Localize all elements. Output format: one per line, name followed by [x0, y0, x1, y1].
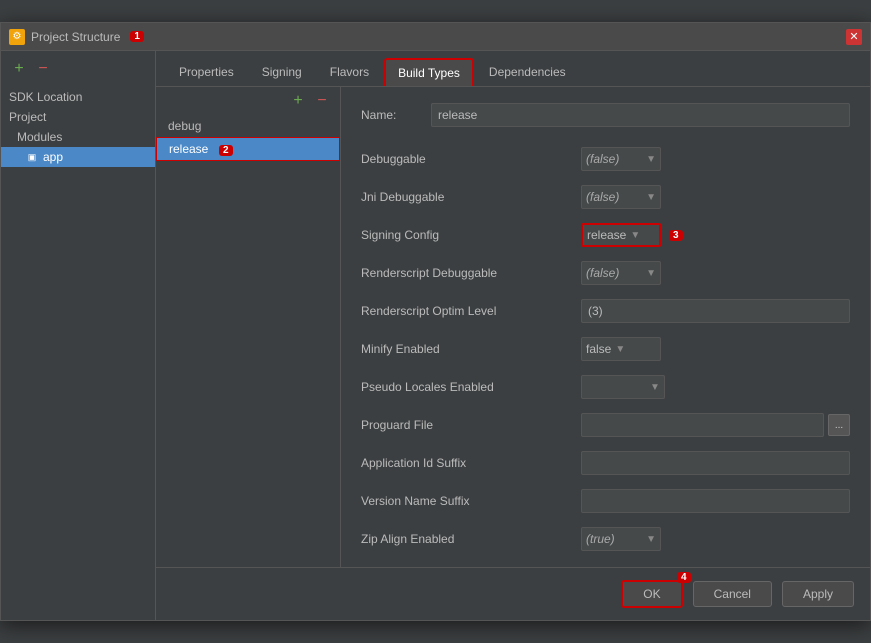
version-name-suffix-input[interactable] [581, 489, 850, 513]
debuggable-field: (false) ▼ [581, 147, 850, 171]
sidebar-remove-button[interactable]: − [33, 59, 53, 79]
name-label: Name: [361, 108, 421, 122]
signing-config-arrow: ▼ [630, 230, 640, 241]
jni-debuggable-arrow: ▼ [646, 192, 656, 203]
tabs-bar: Properties Signing Flavors Build Types D… [156, 51, 870, 87]
build-list-area: + − debug release 2 [156, 87, 341, 567]
ok-button[interactable]: OK [621, 580, 682, 608]
fields-grid: Debuggable (false) ▼ Jni Debuggable (fal… [361, 147, 850, 551]
signing-config-dropdown[interactable]: release ▼ [581, 223, 661, 247]
module-icon: ▣ [25, 150, 39, 164]
zip-align-value: (true) [586, 532, 642, 546]
cancel-button[interactable]: Cancel [693, 581, 772, 607]
name-row: Name: [361, 103, 850, 127]
renderscript-optim-input[interactable] [581, 299, 850, 323]
badge-3: 3 [669, 230, 683, 241]
zip-align-label: Zip Align Enabled [361, 532, 581, 546]
tab-build-types[interactable]: Build Types [384, 58, 474, 86]
app-icon: ⚙ [9, 29, 25, 45]
pseudo-locales-dropdown[interactable]: ▼ [581, 375, 665, 399]
debuggable-label: Debuggable [361, 152, 581, 166]
titlebar-left: ⚙ Project Structure 1 [9, 29, 144, 45]
build-list-remove-button[interactable]: − [312, 91, 332, 111]
renderscript-debuggable-label: Renderscript Debuggable [361, 266, 581, 280]
minify-arrow: ▼ [615, 344, 625, 355]
tab-signing[interactable]: Signing [249, 58, 315, 86]
renderscript-debuggable-dropdown[interactable]: (false) ▼ [581, 261, 661, 285]
signing-config-value: release [587, 228, 626, 242]
zip-align-dropdown[interactable]: (true) ▼ [581, 527, 661, 551]
proguard-label: Proguard File [361, 418, 581, 432]
zip-align-field: (true) ▼ [581, 527, 850, 551]
sidebar-item-modules[interactable]: Modules [1, 127, 155, 147]
jni-debuggable-field: (false) ▼ [581, 185, 850, 209]
proguard-input[interactable] [581, 413, 824, 437]
build-type-debug[interactable]: debug [156, 115, 340, 137]
sidebar-add-button[interactable]: + [9, 59, 29, 79]
minify-label: Minify Enabled [361, 342, 581, 356]
renderscript-debuggable-value: (false) [586, 266, 642, 280]
renderscript-optim-label: Renderscript Optim Level [361, 304, 581, 318]
sidebar-item-sdk-location[interactable]: SDK Location [1, 87, 155, 107]
renderscript-debuggable-arrow: ▼ [646, 268, 656, 279]
minify-dropdown[interactable]: false ▼ [581, 337, 661, 361]
app-id-suffix-field [581, 451, 850, 475]
pseudo-locales-field: ▼ [581, 375, 850, 399]
pseudo-locales-label: Pseudo Locales Enabled [361, 380, 581, 394]
build-type-release[interactable]: release 2 [156, 137, 340, 161]
right-panel: Properties Signing Flavors Build Types D… [156, 51, 870, 620]
jni-debuggable-dropdown[interactable]: (false) ▼ [581, 185, 661, 209]
debuggable-arrow: ▼ [646, 154, 656, 165]
form-area: Name: Debuggable (false) ▼ [341, 87, 870, 567]
name-input[interactable] [431, 103, 850, 127]
tab-properties[interactable]: Properties [166, 58, 247, 86]
proguard-field: ... [581, 413, 850, 437]
debuggable-dropdown[interactable]: (false) ▼ [581, 147, 661, 171]
window-title: Project Structure [31, 30, 120, 44]
ok-button-wrapper: OK 4 [621, 580, 682, 608]
minify-value: false [586, 342, 611, 356]
sidebar-toolbar: + − [1, 57, 155, 81]
sidebar: + − SDK Location Project Modules ▣ app [1, 51, 156, 620]
version-name-suffix-label: Version Name Suffix [361, 494, 581, 508]
main-window: ⚙ Project Structure 1 ✕ + − SDK Location… [0, 22, 871, 621]
sidebar-tree: SDK Location Project Modules ▣ app [1, 85, 155, 169]
titlebar: ⚙ Project Structure 1 ✕ [1, 23, 870, 51]
build-list-toolbar: + − [156, 87, 340, 115]
jni-debuggable-label: Jni Debuggable [361, 190, 581, 204]
sidebar-item-project[interactable]: Project [1, 107, 155, 127]
tab-dependencies[interactable]: Dependencies [476, 58, 579, 86]
close-button[interactable]: ✕ [846, 29, 862, 45]
proguard-browse-button[interactable]: ... [828, 414, 850, 436]
jni-debuggable-value: (false) [586, 190, 642, 204]
tab-flavors[interactable]: Flavors [317, 58, 382, 86]
minify-field: false ▼ [581, 337, 850, 361]
pseudo-locales-arrow: ▼ [650, 382, 660, 393]
sidebar-item-app[interactable]: ▣ app [1, 147, 155, 167]
badge-2: 2 [219, 145, 233, 156]
renderscript-optim-field [581, 299, 850, 323]
renderscript-debuggable-field: (false) ▼ [581, 261, 850, 285]
build-types-content: + − debug release 2 Name: [156, 87, 870, 567]
zip-align-arrow: ▼ [646, 534, 656, 545]
build-list-add-button[interactable]: + [288, 91, 308, 111]
signing-config-label: Signing Config [361, 228, 581, 242]
app-id-suffix-label: Application Id Suffix [361, 456, 581, 470]
debuggable-value: (false) [586, 152, 642, 166]
footer: OK 4 Cancel Apply [156, 567, 870, 620]
apply-button[interactable]: Apply [782, 581, 854, 607]
badge-4: 4 [677, 572, 691, 583]
signing-config-field: release ▼ 3 [581, 223, 850, 247]
app-id-suffix-input[interactable] [581, 451, 850, 475]
main-content: + − SDK Location Project Modules ▣ app [1, 51, 870, 620]
badge-1: 1 [130, 31, 144, 42]
version-name-suffix-field [581, 489, 850, 513]
